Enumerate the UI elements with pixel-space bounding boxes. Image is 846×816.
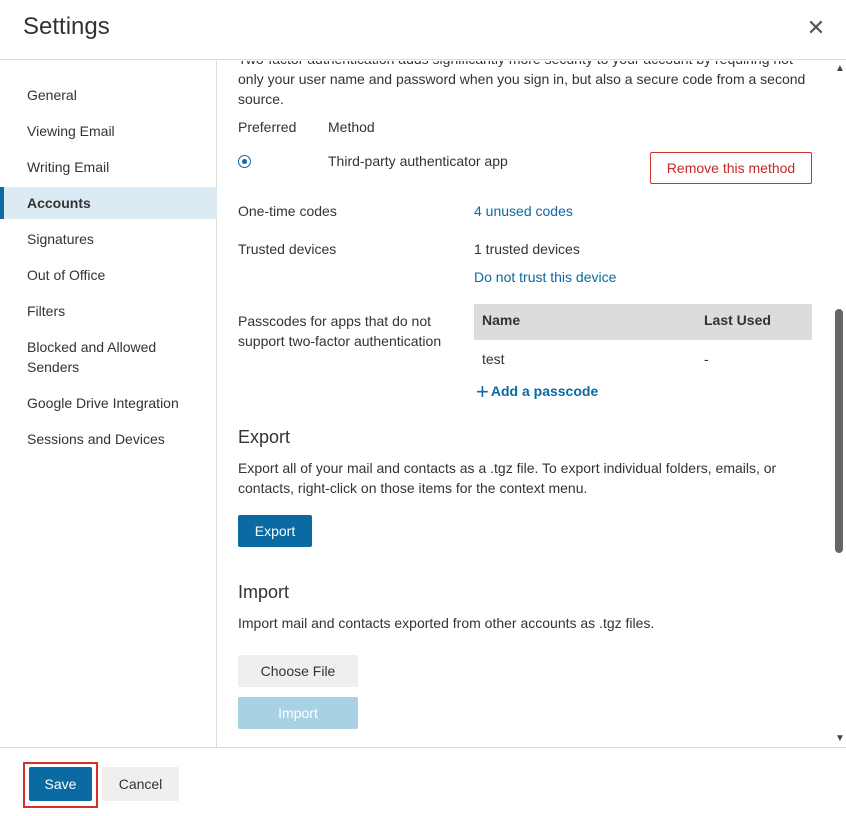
add-passcode-label: Add a passcode [490,383,599,399]
sidebar-item-out-of-office[interactable]: Out of Office [0,259,217,291]
settings-sidebar: General Viewing Email Writing Email Acco… [0,61,217,747]
unused-codes-link[interactable]: 4 unused codes [474,201,573,221]
content-scrollbar[interactable]: ▲ ▼ [832,61,846,747]
passcodes-table-header: Name Last Used [474,304,812,340]
cancel-button[interactable]: Cancel [102,767,179,801]
export-button[interactable]: Export [238,515,312,547]
method-header: Method [328,119,375,135]
settings-content: Two-factor authentication adds significa… [218,61,832,747]
sidebar-item-filters[interactable]: Filters [0,295,217,327]
sidebar-item-writing-email[interactable]: Writing Email [0,151,217,183]
scrollbar-thumb[interactable] [835,309,843,553]
preferred-header: Preferred [238,119,297,135]
plus-icon: + [476,379,489,404]
add-passcode-button[interactable]: + Add a passcode [476,379,599,404]
passcode-name-cell: test [482,351,505,367]
close-icon[interactable]: ✕ [804,16,828,40]
sidebar-item-signatures[interactable]: Signatures [0,223,217,255]
import-description: Import mail and contacts exported from o… [238,615,655,631]
sidebar-item-viewing-email[interactable]: Viewing Email [0,115,217,147]
sidebar-item-general[interactable]: General [0,79,217,111]
passcodes-label: Passcodes for apps that do not support t… [238,313,442,349]
method-name: Third-party authenticator app [328,153,508,169]
column-header-last-used: Last Used [704,312,771,328]
dialog-header: Settings ✕ [0,0,846,60]
import-button: Import [238,697,358,729]
export-description: Export all of your mail and contacts as … [238,460,777,496]
dialog-title: Settings [23,13,110,40]
two-factor-intro: Two-factor authentication adds significa… [238,61,806,107]
trusted-devices-value: 1 trusted devices [474,241,580,257]
scroll-up-arrow-icon[interactable]: ▲ [835,63,845,74]
sidebar-item-blocked-allowed-senders[interactable]: Blocked and Allowed Senders [0,337,190,381]
do-not-trust-link[interactable]: Do not trust this device [474,267,616,287]
sidebar-item-google-drive[interactable]: Google Drive Integration [0,387,217,419]
column-header-name: Name [482,312,521,328]
passcode-last-used-cell: - [704,351,709,367]
sidebar-item-accounts[interactable]: Accounts [0,187,217,219]
preferred-radio[interactable] [238,155,251,168]
remove-method-button[interactable]: Remove this method [650,152,812,184]
one-time-codes-label: One-time codes [238,203,337,219]
scroll-down-arrow-icon[interactable]: ▼ [835,733,845,744]
save-button[interactable]: Save [29,767,92,801]
trusted-devices-label: Trusted devices [238,241,337,257]
import-title: Import [238,582,290,602]
export-title: Export [238,427,291,447]
sidebar-item-sessions-devices[interactable]: Sessions and Devices [0,423,217,455]
choose-file-button[interactable]: Choose File [238,655,358,687]
dialog-footer: Save Cancel [0,747,846,816]
